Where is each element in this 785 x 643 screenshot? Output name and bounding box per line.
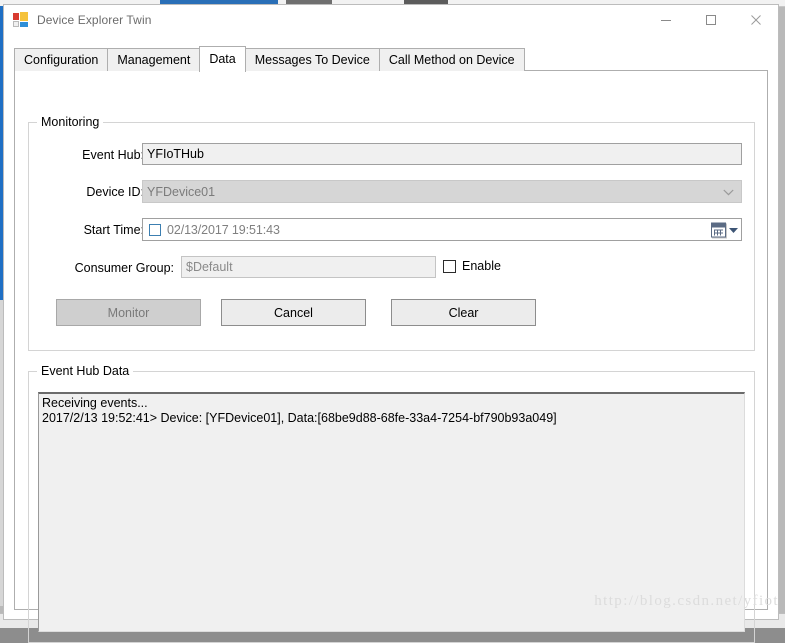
- monitor-button[interactable]: Monitor: [56, 299, 201, 326]
- device-explorer-window: Device Explorer Twin Configuration Manag…: [3, 4, 779, 643]
- consumer-group-label: Consumer Group:: [74, 261, 174, 275]
- enable-checkbox[interactable]: [443, 259, 456, 273]
- start-time-datepicker[interactable]: 02/13/2017 19:51:43: [142, 218, 742, 241]
- event-hub-data-group: Event Hub Data Receiving events... 2017/…: [28, 364, 755, 643]
- minimize-button[interactable]: [643, 5, 688, 35]
- tab-messages-to-device[interactable]: Messages To Device: [244, 48, 380, 71]
- tab-configuration[interactable]: Configuration: [14, 48, 109, 71]
- consumer-group-input[interactable]: $Default: [181, 256, 436, 278]
- window-controls: [643, 5, 778, 35]
- tab-strip: Configuration Management Data Messages T…: [14, 45, 768, 72]
- chevron-down-icon: [723, 185, 734, 199]
- maximize-button[interactable]: [688, 5, 733, 35]
- tab-management[interactable]: Management: [107, 48, 201, 71]
- tab-call-method-on-device[interactable]: Call Method on Device: [378, 48, 525, 71]
- event-hub-output[interactable]: Receiving events... 2017/2/13 19:52:41> …: [38, 392, 745, 632]
- output-line: 2017/2/13 19:52:41> Device: [YFDevice01]…: [42, 411, 557, 425]
- close-button[interactable]: [733, 5, 778, 35]
- event-hub-input[interactable]: YFIoTHub: [142, 143, 742, 165]
- device-id-label: Device ID:: [86, 185, 144, 199]
- window-title: Device Explorer Twin: [37, 13, 152, 27]
- event-hub-data-group-label: Event Hub Data: [37, 364, 134, 378]
- calendar-icon: [711, 222, 726, 237]
- cancel-button[interactable]: Cancel: [221, 299, 366, 326]
- client-area: Configuration Management Data Messages T…: [4, 35, 778, 643]
- event-hub-label: Event Hub:: [82, 148, 144, 162]
- enable-checkbox-label: Enable: [462, 259, 501, 273]
- app-icon: [13, 12, 29, 28]
- monitoring-group: Monitoring Event Hub: YFIoTHub Device ID…: [28, 115, 755, 351]
- start-time-label: Start Time:: [83, 223, 144, 237]
- maximize-icon: [705, 15, 716, 25]
- start-time-dropdown-button[interactable]: [711, 222, 738, 237]
- title-bar[interactable]: Device Explorer Twin: [4, 5, 778, 35]
- start-time-checkbox[interactable]: [149, 223, 161, 236]
- device-id-combobox[interactable]: YFDevice01: [142, 180, 742, 203]
- monitoring-group-label: Monitoring: [37, 115, 104, 129]
- device-id-value: YFDevice01: [147, 184, 216, 199]
- enable-checkbox-group[interactable]: Enable: [443, 259, 501, 273]
- output-line: Receiving events...: [42, 396, 148, 410]
- minimize-icon: [660, 20, 671, 21]
- tab-page-data: Monitoring Event Hub: YFIoTHub Device ID…: [14, 70, 768, 643]
- tab-data[interactable]: Data: [199, 46, 246, 72]
- chevron-down-icon: [729, 223, 738, 237]
- close-icon: [750, 15, 761, 25]
- clear-button[interactable]: Clear: [391, 299, 536, 326]
- start-time-value: 02/13/2017 19:51:43: [167, 222, 280, 237]
